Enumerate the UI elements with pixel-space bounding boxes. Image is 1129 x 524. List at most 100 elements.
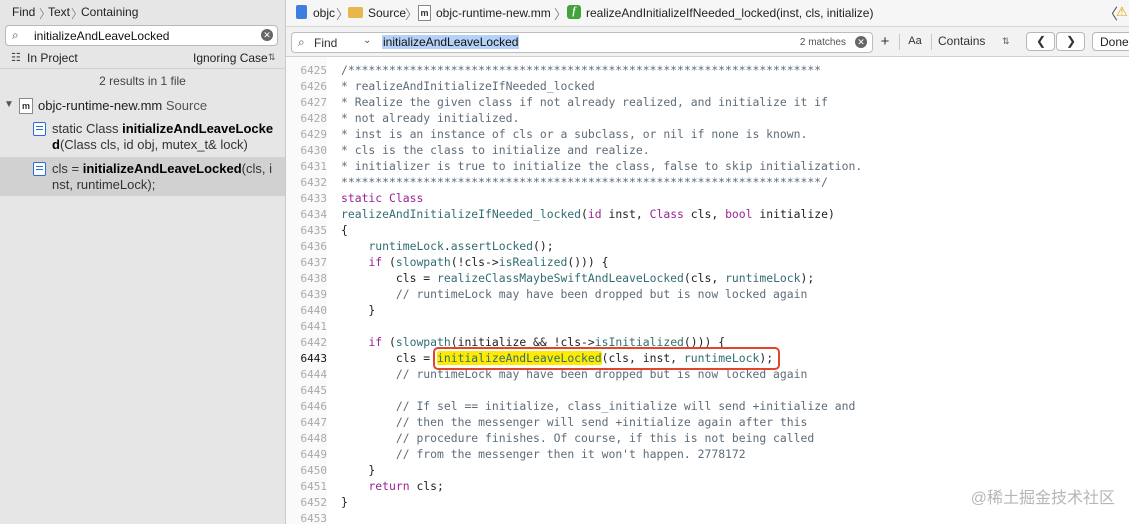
code-line[interactable]: /***************************************…	[341, 63, 821, 77]
m-file-icon: m	[418, 5, 431, 21]
line-number[interactable]: 6428	[291, 112, 328, 125]
line-number[interactable]: 6451	[291, 480, 328, 493]
match-mode-selector[interactable]: Contains	[938, 32, 993, 51]
code-line[interactable]: }	[341, 303, 375, 317]
code-line[interactable]: * realizeAndInitializeIfNeeded_locked	[341, 79, 595, 93]
result-file-row[interactable]: ▼ m objc-runtime-new.mm Source	[0, 96, 285, 116]
jump-item-file[interactable]: objc-runtime-new.mm	[436, 6, 551, 20]
line-number[interactable]: 6452	[291, 496, 328, 509]
disclosure-triangle-icon[interactable]: ▼	[4, 99, 14, 110]
search-icon: ⌕	[12, 28, 19, 42]
crumb-text[interactable]: Text	[48, 5, 70, 19]
code-line[interactable]: * cls is the class to initialize and rea…	[341, 143, 650, 157]
line-number[interactable]: 6440	[291, 304, 328, 317]
results-count: 2 results in 1 file	[99, 74, 186, 88]
line-number[interactable]: 6427	[291, 96, 328, 109]
code-line[interactable]: {	[341, 223, 348, 237]
updown-icon[interactable]: ⇅	[1002, 32, 1010, 51]
chevron-right-icon: ❯	[1066, 34, 1077, 48]
line-number[interactable]: 6442	[291, 336, 328, 349]
warning-icon[interactable]: ⚠	[1116, 4, 1128, 20]
code-line[interactable]: // If sel == initialize, class_initializ…	[341, 399, 855, 413]
line-number[interactable]: 6433	[291, 192, 328, 205]
line-number[interactable]: 6437	[291, 256, 328, 269]
code-line[interactable]: * inst is an instance of cls or a subcla…	[341, 127, 807, 141]
code-line[interactable]: // then the messenger will send +initial…	[341, 415, 807, 429]
line-number[interactable]: 6431	[291, 160, 328, 173]
line-number[interactable]: 6449	[291, 448, 328, 461]
code-line[interactable]: // procedure finishes. Of course, if thi…	[341, 431, 814, 445]
crumb-find[interactable]: Find	[12, 5, 35, 19]
line-number[interactable]: 6436	[291, 240, 328, 253]
line-number[interactable]: 6430	[291, 144, 328, 157]
line-number[interactable]: 6439	[291, 288, 328, 301]
line-number[interactable]: 6447	[291, 416, 328, 429]
line-number[interactable]: 6441	[291, 320, 328, 333]
line-number[interactable]: 6435	[291, 224, 328, 237]
jump-item-project[interactable]: objc	[313, 6, 335, 20]
line-number[interactable]: 6438	[291, 272, 328, 285]
source-editor[interactable]: 6425 6426 6427 6428 6429 6430 6431 6432 6433 6434…	[286, 57, 1129, 524]
code-line[interactable]: }	[341, 463, 375, 477]
jump-item-group[interactable]: Source	[368, 6, 406, 20]
navigator-search-value[interactable]: initializeAndLeaveLocked	[34, 29, 169, 43]
line-number[interactable]: 6434	[291, 208, 328, 221]
match-case-button[interactable]: Aa	[905, 32, 925, 51]
scope-selector[interactable]: In Project	[27, 51, 78, 65]
code-line[interactable]: runtimeLock.assertLocked();	[341, 239, 553, 253]
line-number[interactable]: 6429	[291, 128, 328, 141]
updown-icon[interactable]: ⇅	[268, 52, 276, 63]
code-line[interactable]: if (slowpath(!cls->isRealized())) {	[341, 255, 608, 269]
code-line[interactable]: return cls;	[341, 479, 443, 493]
code-line[interactable]: // runtimeLock may have been dropped but…	[341, 287, 807, 301]
navigator-search-input[interactable]: ⌕ initializeAndLeaveLocked ✕	[5, 25, 278, 46]
search-icon: ⌕	[298, 35, 305, 49]
result-file-group: Source	[165, 98, 208, 113]
case-mode-selector[interactable]: Ignoring Case	[193, 51, 268, 65]
result-row-1[interactable]: static Class initializeAndLeaveLocked(Cl…	[0, 118, 285, 156]
line-number[interactable]: 6453	[291, 512, 328, 524]
chevron-left-icon: ❮	[1036, 34, 1047, 48]
code-line[interactable]: ****************************************…	[341, 175, 828, 189]
divider	[931, 34, 932, 50]
code-line[interactable]: // from the messenger then it won't happ…	[341, 447, 746, 461]
line-number[interactable]: 6445	[291, 384, 328, 397]
next-match-button[interactable]: ❯	[1056, 32, 1085, 51]
code-line[interactable]: realizeAndInitializeIfNeeded_locked(id i…	[341, 207, 835, 221]
find-bar: ⌕ Find ⌄ initializeAndLeaveLocked 2 matc…	[286, 27, 1129, 57]
find-mode-breadcrumb: Find 〉 Text 〉 Containing	[0, 0, 285, 24]
result-file-name: objc-runtime-new.mm	[38, 98, 163, 113]
jump-item-function[interactable]: realizeAndInitializeIfNeeded_locked(inst…	[586, 6, 873, 20]
chevron-down-icon[interactable]: ⌄	[363, 35, 371, 46]
line-number[interactable]: 6426	[291, 80, 328, 93]
m-file-icon: m	[19, 98, 33, 114]
line-number[interactable]: 6443	[291, 352, 328, 365]
find-input[interactable]: ⌕ Find ⌄ initializeAndLeaveLocked 2 matc…	[291, 32, 873, 53]
chevron-right-icon: 〉	[405, 7, 419, 22]
code-line[interactable]: cls = realizeClassMaybeSwiftAndLeaveLock…	[341, 271, 814, 285]
result-row-2[interactable]: cls = initializeAndLeaveLocked(cls, inst…	[0, 157, 285, 196]
previous-match-button[interactable]: ❮	[1026, 32, 1055, 51]
line-number[interactable]: 6425	[291, 64, 328, 77]
clear-search-icon[interactable]: ✕	[261, 29, 273, 41]
find-query[interactable]: initializeAndLeaveLocked	[382, 35, 520, 49]
clear-find-icon[interactable]: ✕	[855, 36, 867, 48]
code-line[interactable]: * not already initialized.	[341, 111, 519, 125]
code-line[interactable]: * initializer is true to initialize the …	[341, 159, 862, 173]
code-line[interactable]: * Realize the given class if not already…	[341, 95, 828, 109]
line-number[interactable]: 6446	[291, 400, 328, 413]
line-number-gutter: 6425 6426 6427 6428 6429 6430 6431 6432 6433 6434…	[286, 57, 327, 524]
code-line[interactable]: static Class	[341, 191, 423, 205]
folder-icon	[348, 7, 363, 18]
line-number[interactable]: 6444	[291, 368, 328, 381]
line-number[interactable]: 6450	[291, 464, 328, 477]
code-line-icon	[33, 122, 46, 136]
done-button[interactable]: Done	[1092, 32, 1129, 51]
find-mode-label[interactable]: Find	[314, 36, 337, 50]
code-line[interactable]: }	[341, 495, 348, 509]
line-number[interactable]: 6432	[291, 176, 328, 189]
divider	[0, 68, 285, 69]
line-number[interactable]: 6448	[291, 432, 328, 445]
crumb-containing[interactable]: Containing	[81, 5, 138, 19]
add-pattern-button[interactable]: +	[878, 32, 892, 51]
